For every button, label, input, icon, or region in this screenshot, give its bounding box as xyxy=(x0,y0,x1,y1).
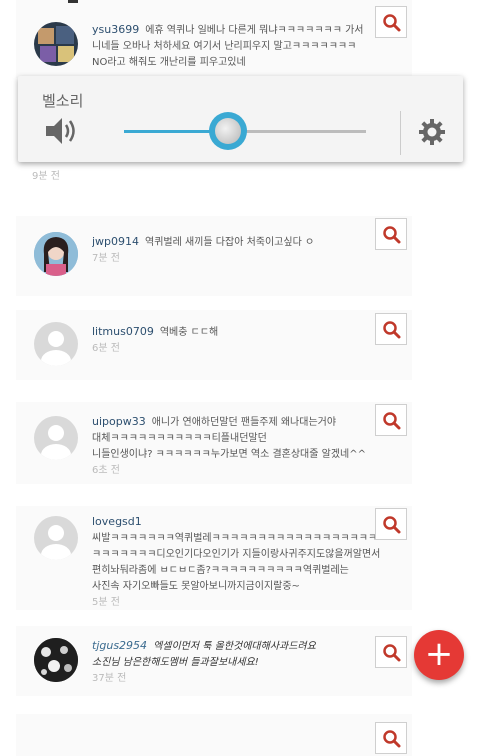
avatar-photo-icon xyxy=(34,232,78,276)
comment-time: 9분 전 xyxy=(32,171,60,182)
comment-text: 니들인생이냐? ㅋㅋㅋㅋㅋㅋ누가보면 역소 결혼상대줄 알겠네^^ xyxy=(92,449,366,460)
search-button[interactable] xyxy=(375,508,407,540)
avatar[interactable] xyxy=(34,232,78,276)
volume-dialog: 벨소리 xyxy=(18,76,463,162)
comment-row: jwp0914 역퀴벌레 새끼들 다잡아 처죽이고싶다 ㅇ 7분 전 xyxy=(16,216,412,296)
avatar[interactable] xyxy=(34,516,78,560)
avatar[interactable] xyxy=(34,322,78,366)
comment-text: 편히놔둬라좀에 ㅂㄷㅂㄷ좀?ㅋㅋㅋㅋㅋㅋㅋㅋㅋㅋ역퀴벌레는 xyxy=(92,565,349,576)
volume-title: 벨소리 xyxy=(42,92,84,110)
comment-text: 니네들 오바나 처하세요 여기서 난리피우지 말고ㅋㅋㅋㅋㅋㅋㅋ xyxy=(92,41,357,52)
comment-text: ㅋㅋㅋㅋㅋㅋㅋ디오인기다오인기가 지들이랑사귀주지도않을꺼알면서 xyxy=(92,549,381,560)
volume-slider[interactable] xyxy=(124,112,366,150)
plus-icon: + xyxy=(424,634,454,674)
comment-row: uipopw33 애니가 연애하던말던 팬들주제 왜나대는거야 대체ㅋㅋㅋㅋㅋㅋㅋ… xyxy=(16,402,412,484)
comment-text: 역베충 ㄷㄷ해 xyxy=(159,327,219,338)
comment-username[interactable]: jwp0914 xyxy=(92,235,139,248)
comment-username[interactable]: tjgus2954 xyxy=(92,639,147,652)
comment-text: 역퀴벌레 새끼들 다잡아 처죽이고싶다 ㅇ xyxy=(145,237,315,248)
comment-row xyxy=(16,714,412,756)
divider xyxy=(68,0,78,3)
comment-time: 7분 전 xyxy=(92,253,120,264)
comment-row: ysu3699 에휴 역퀴나 일베나 다른게 뭐냐ㅋㅋㅋㅋㅋㅋㅋ 가서 니네들 오… xyxy=(16,0,412,78)
comment-username[interactable]: lovegsd1 xyxy=(92,515,142,528)
speaker-icon[interactable] xyxy=(44,116,80,150)
comment-text: 애니가 연애하던말던 팬들주제 왜나대는거야 xyxy=(151,417,337,428)
comment-text: 씨발ㅋㅋㅋㅋㅋㅋㅋ역퀴벌레ㅋㅋㅋㅋㅋㅋㅋㅋㅋㅋㅋㅋㅋㅋㅋㅋㅋㅋㅋㅋ xyxy=(92,533,396,544)
search-icon xyxy=(383,226,401,244)
comment-time: 6분 전 xyxy=(92,343,120,354)
comment-time: 37분 전 xyxy=(92,673,127,684)
comment-time: 5분 전 xyxy=(92,597,120,608)
avatar[interactable] xyxy=(34,638,78,682)
search-icon xyxy=(383,644,401,662)
search-button[interactable] xyxy=(375,722,407,754)
comment-text: 대체ㅋㅋㅋㅋㅋㅋㅋㅋㅋㅋㅋ티플내던말던 xyxy=(92,433,267,444)
comment-username[interactable]: litmus0709 xyxy=(92,325,154,338)
avatar-photo-icon xyxy=(38,26,74,62)
avatar[interactable] xyxy=(34,22,78,66)
search-icon xyxy=(383,321,401,339)
comment-text: 소진님 남은한해도멤버 들과잘보내세요! xyxy=(92,657,259,668)
search-button[interactable] xyxy=(375,6,407,38)
comment-text: 에휴 역퀴나 일베나 다른게 뭐냐ㅋㅋㅋㅋㅋㅋㅋ 가서 xyxy=(145,25,364,36)
search-button[interactable] xyxy=(375,404,407,436)
comment-username[interactable]: ysu3699 xyxy=(92,23,139,36)
comment-text: 엑셀이먼저 툭 올한것에대해사과드려요 xyxy=(153,641,316,652)
comment-text: 사진속 자기오빠들도 못알아보니까지금이지랄중~ xyxy=(92,581,300,592)
gear-icon[interactable] xyxy=(418,118,446,150)
search-icon xyxy=(383,730,401,748)
search-icon xyxy=(383,14,401,32)
comment-username[interactable]: uipopw33 xyxy=(92,415,146,428)
search-button[interactable] xyxy=(375,313,407,345)
search-icon xyxy=(383,516,401,534)
comment-row: lovegsd1 씨발ㅋㅋㅋㅋㅋㅋㅋ역퀴벌레ㅋㅋㅋㅋㅋㅋㅋㅋㅋㅋㅋㅋㅋㅋㅋㅋㅋㅋ… xyxy=(16,506,412,610)
add-button[interactable]: + xyxy=(414,630,464,680)
comment-text: NO라고 해줘도 개난리를 피우고있네 xyxy=(92,57,246,68)
divider xyxy=(400,111,401,155)
search-button[interactable] xyxy=(375,636,407,668)
search-icon xyxy=(383,412,401,430)
comment-time: 6초 전 xyxy=(92,465,120,476)
volume-slider-thumb[interactable] xyxy=(209,112,248,150)
avatar[interactable] xyxy=(34,416,78,460)
comment-row: litmus0709 역베충 ㄷㄷ해 6분 전 xyxy=(16,310,412,380)
search-button[interactable] xyxy=(375,218,407,250)
avatar-photo-icon xyxy=(34,638,78,682)
comment-row: tjgus2954 엑셀이먼저 툭 올한것에대해사과드려요 소진님 남은한해도멤버… xyxy=(16,626,412,696)
